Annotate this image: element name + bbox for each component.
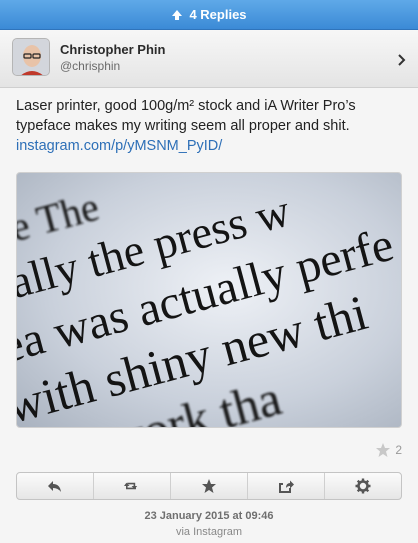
- avatar-portrait: [13, 39, 49, 75]
- replies-bar[interactable]: 4 Replies: [0, 0, 418, 30]
- more-button[interactable]: [325, 473, 401, 499]
- gear-icon: [355, 478, 371, 494]
- retweet-button[interactable]: [94, 473, 171, 499]
- avatar[interactable]: [12, 38, 50, 76]
- share-button[interactable]: [248, 473, 325, 499]
- tweet-header[interactable]: Christopher Phin @chrisphin: [0, 30, 418, 88]
- chevron-right-icon[interactable]: [398, 54, 406, 66]
- reply-icon: [48, 481, 61, 492]
- replies-label: 4 Replies: [189, 7, 247, 22]
- author-name[interactable]: Christopher Phin: [60, 42, 165, 57]
- tweet-body: Laser printer, good 100g/m² stock and iA…: [16, 98, 356, 134]
- arrow-up-icon: [172, 9, 183, 20]
- favorite-count[interactable]: 2: [375, 442, 402, 458]
- star-icon: [376, 443, 391, 457]
- star-icon: [202, 479, 216, 493]
- tweet-source[interactable]: via Instagram: [0, 526, 418, 538]
- reply-button[interactable]: [17, 473, 94, 499]
- tweet-date: 23 January 2015 at 09:46: [144, 510, 274, 522]
- author-handle[interactable]: @chrisphin: [60, 59, 120, 73]
- tweet-link[interactable]: instagram.com/p/yMSNM_PyID/: [16, 136, 406, 156]
- share-icon: [279, 480, 294, 493]
- tweet-photo[interactable]: e The rally the press w ea was actually …: [16, 172, 402, 428]
- favorite-button[interactable]: [171, 473, 248, 499]
- photo-image: e The rally the press w ea was actually …: [17, 184, 399, 427]
- tweet-actions: [16, 472, 402, 500]
- tweet-text: Laser printer, good 100g/m² stock and iA…: [16, 96, 406, 156]
- favorite-count-value: 2: [395, 443, 402, 457]
- retweet-icon: [124, 482, 138, 490]
